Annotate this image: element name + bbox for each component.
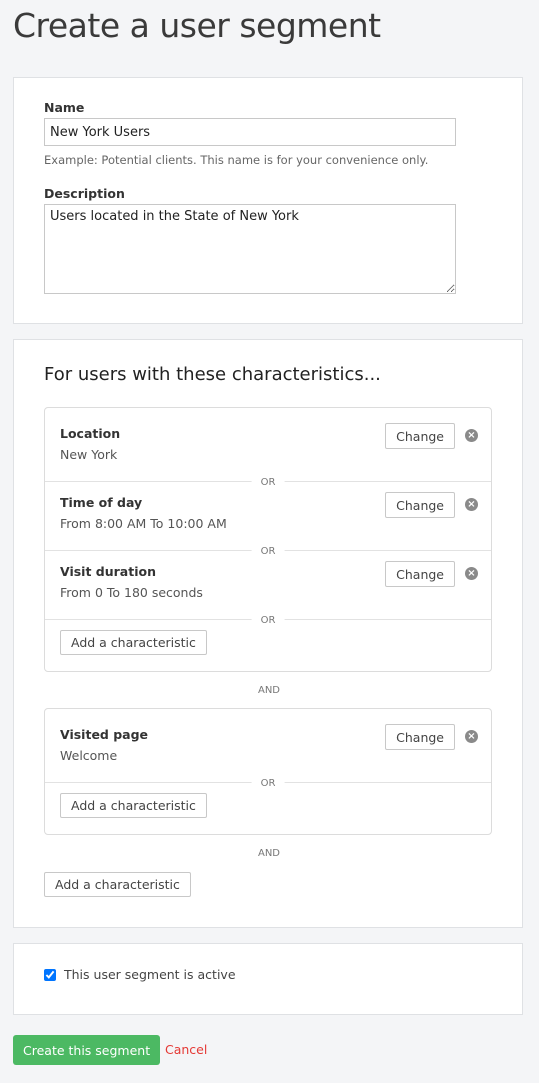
- add-characteristic-button[interactable]: Add a characteristic: [60, 630, 207, 655]
- characteristic-value: New York: [60, 447, 118, 462]
- circle-x-icon[interactable]: ×: [465, 567, 478, 580]
- circle-x-icon[interactable]: ×: [465, 429, 478, 442]
- active-label-text: This user segment is active: [64, 967, 236, 982]
- page-title: Create a user segment: [13, 6, 381, 45]
- name-input[interactable]: [44, 118, 456, 146]
- add-characteristic-button[interactable]: Add a characteristic: [60, 793, 207, 818]
- characteristic-group: Location New York Change × OR Time of da…: [44, 407, 492, 672]
- and-separator: AND: [257, 848, 281, 859]
- characteristic-title: Visited page: [60, 727, 149, 742]
- name-panel: Name Example: Potential clients. This na…: [13, 77, 523, 324]
- characteristics-heading: For users with these characteristics...: [44, 364, 381, 385]
- create-segment-button[interactable]: Create this segment: [13, 1035, 161, 1065]
- characteristic-group: Visited page Welcome Change × OR Add a c…: [44, 708, 492, 835]
- name-label: Name: [44, 100, 85, 115]
- circle-x-icon[interactable]: ×: [465, 498, 478, 511]
- change-button[interactable]: Change: [385, 561, 455, 587]
- change-button[interactable]: Change: [385, 492, 455, 518]
- name-hint: Example: Potential clients. This name is…: [44, 153, 429, 167]
- description-textarea[interactable]: Users located in the State of New York: [44, 204, 456, 294]
- change-button[interactable]: Change: [385, 423, 455, 449]
- characteristic-value: From 8:00 AM To 10:00 AM: [60, 516, 227, 531]
- and-separator: AND: [257, 685, 281, 696]
- description-label: Description: [44, 186, 125, 201]
- characteristic-title: Location: [60, 426, 121, 441]
- characteristic-row: Time of day From 8:00 AM To 10:00 AM Cha…: [45, 482, 491, 557]
- characteristics-panel: For users with these characteristics... …: [13, 339, 523, 928]
- characteristic-row: Visit duration From 0 To 180 seconds Cha…: [45, 551, 491, 626]
- active-checkbox[interactable]: [44, 968, 56, 981]
- cancel-link[interactable]: Cancel: [165, 1042, 207, 1057]
- characteristic-value: Welcome: [60, 748, 118, 763]
- characteristic-row: Visited page Welcome Change × OR: [45, 709, 491, 789]
- characteristic-title: Time of day: [60, 495, 143, 510]
- active-panel: This user segment is active: [13, 943, 523, 1015]
- characteristic-row: Location New York Change × OR: [45, 408, 491, 488]
- active-checkbox-label[interactable]: This user segment is active: [44, 967, 236, 982]
- circle-x-icon[interactable]: ×: [465, 730, 478, 743]
- change-button[interactable]: Change: [385, 724, 455, 750]
- add-characteristic-button[interactable]: Add a characteristic: [44, 872, 191, 897]
- characteristic-value: From 0 To 180 seconds: [60, 585, 203, 600]
- characteristic-title: Visit duration: [60, 564, 156, 579]
